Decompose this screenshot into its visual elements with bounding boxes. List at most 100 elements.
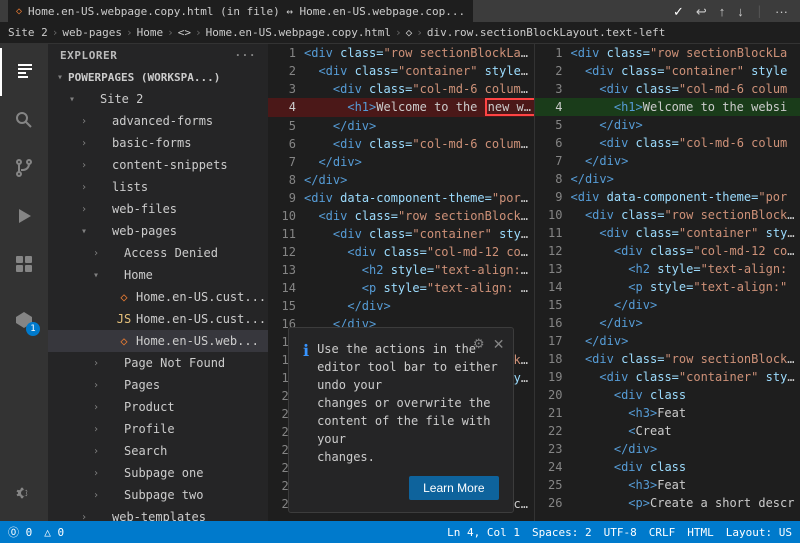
next-button[interactable]: ↓: [733, 3, 748, 20]
statusbar-encoding[interactable]: UTF-8: [604, 526, 637, 539]
breadcrumb-home[interactable]: Home: [137, 26, 164, 39]
sidebar-item-page-not-found[interactable]: › Page Not Found: [48, 352, 268, 374]
web-templates-label: web-templates: [112, 510, 206, 521]
statusbar-spaces[interactable]: Spaces: 2: [532, 526, 592, 539]
code-line-l9: 9<div data-component-theme="portal: [268, 189, 534, 207]
code-line-r3: 3 <div class="col-md-6 colum: [535, 80, 800, 98]
sidebar: EXPLORER ··· ▾ POWERPAGES (WORKSPA...) ▾…: [48, 44, 268, 521]
breadcrumb: Site 2 › web-pages › Home › <> › Home.en…: [0, 22, 800, 44]
breadcrumb-file[interactable]: Home.en-US.webpage.copy.html: [206, 26, 391, 39]
statusbar-layout[interactable]: Layout: US: [726, 526, 792, 539]
sidebar-item-web-files[interactable]: › web-files: [48, 198, 268, 220]
code-line-l12: 12 <div class="col-md-12 columnBl: [268, 243, 534, 261]
sidebar-item-subpage-two[interactable]: › Subpage two: [48, 484, 268, 506]
activity-item-extensions[interactable]: [0, 240, 48, 288]
breadcrumb-web-pages[interactable]: web-pages: [62, 26, 122, 39]
accept-button[interactable]: ✓: [669, 3, 688, 20]
code-line-r13: 13 <h2 style="text-align:: [535, 260, 800, 278]
sidebar-item-basic-forms[interactable]: › basic-forms: [48, 132, 268, 154]
code-line-r4: 4 <h1>Welcome to the websi: [535, 98, 800, 116]
notification-close-button[interactable]: ✕: [493, 336, 505, 353]
activity-item-settings[interactable]: [0, 473, 48, 521]
sidebar-item-search[interactable]: › Search: [48, 440, 268, 462]
home-cust1-icon: ◇: [116, 290, 132, 304]
web-templates-arrow: ›: [76, 512, 92, 522]
sidebar-item-site2[interactable]: ▾ Site 2: [48, 88, 268, 110]
info-icon: ℹ: [303, 341, 309, 360]
sidebar-item-subpage-one[interactable]: › Subpage one: [48, 462, 268, 484]
notification-popup: ℹ Use the actions in the editor tool bar…: [288, 327, 514, 513]
editor-area: 1<div class="row sectionBlockLayou 2 <di…: [268, 44, 800, 521]
home-web-icon: ◇: [116, 334, 132, 348]
tab-title: Home.en-US.webpage.copy.html (in file) ↔…: [28, 5, 465, 18]
main-area: 1 EXPLORER ··· ▾ POWERPAGES (WORKSPA...)…: [0, 44, 800, 521]
activity-item-powerpages[interactable]: 1: [0, 296, 48, 344]
sidebar-item-lists[interactable]: › lists: [48, 176, 268, 198]
notification-header: ℹ Use the actions in the editor tool bar…: [303, 340, 499, 466]
activity-item-source-control[interactable]: [0, 144, 48, 192]
new-file-icon[interactable]: ···: [234, 49, 256, 62]
code-line-r18: 18 <div class="row sectionBlockLa: [535, 350, 800, 368]
code-line-r14: 14 <p style="text-align:": [535, 278, 800, 296]
learn-more-button[interactable]: Learn More: [409, 476, 498, 500]
web-pages-label: web-pages: [112, 224, 177, 238]
sidebar-item-access-denied[interactable]: › Access Denied: [48, 242, 268, 264]
prev-button[interactable]: ↑: [715, 3, 730, 20]
sidebar-item-profile[interactable]: › Profile: [48, 418, 268, 440]
activity-item-search[interactable]: [0, 96, 48, 144]
editor-pane-left: 1<div class="row sectionBlockLayou 2 <di…: [268, 44, 535, 521]
workspace-item[interactable]: ▾ POWERPAGES (WORKSPA...): [48, 66, 268, 88]
notification-gear-button[interactable]: ⚙: [473, 336, 485, 352]
editor-pane-right: 1<div class="row sectionBlockLa 2 <div c…: [535, 44, 800, 521]
editor-tab-active[interactable]: ◇ Home.en-US.webpage.copy.html (in file)…: [8, 0, 473, 22]
editor-content-right[interactable]: 1<div class="row sectionBlockLa 2 <div c…: [535, 44, 800, 521]
breadcrumb-site[interactable]: Site 2: [8, 26, 48, 39]
code-line-r17: 17 </div>: [535, 332, 800, 350]
sidebar-item-web-templates[interactable]: › web-templates: [48, 506, 268, 521]
sidebar-item-advanced-forms[interactable]: › advanced-forms: [48, 110, 268, 132]
titlebar: ◇ Home.en-US.webpage.copy.html (in file)…: [0, 0, 800, 22]
subpage-one-arrow: ›: [88, 468, 104, 479]
statusbar-errors[interactable]: ⓪ 0: [8, 524, 32, 540]
code-line-l3: 3 <div class="col-md-6 columnBl: [268, 80, 534, 98]
breadcrumb-selector[interactable]: div.row.sectionBlockLayout.text-left: [427, 26, 665, 39]
sidebar-item-pages[interactable]: › Pages: [48, 374, 268, 396]
pages-arrow: ›: [88, 380, 104, 391]
statusbar-eol[interactable]: CRLF: [649, 526, 676, 539]
workspace-label: POWERPAGES (WORKSPA...): [68, 71, 220, 84]
editors-container: 1<div class="row sectionBlockLayou 2 <di…: [268, 44, 800, 521]
product-arrow: ›: [88, 402, 104, 413]
sidebar-item-home-cust2[interactable]: JS Home.en-US.cust...: [48, 308, 268, 330]
profile-label: Profile: [124, 422, 175, 436]
code-line-l13: 13 <h2 style="text-align: cente: [268, 261, 534, 279]
code-line-r7: 7 </div>: [535, 152, 800, 170]
activity-item-explorer[interactable]: [0, 48, 48, 96]
statusbar-warnings[interactable]: △ 0: [44, 526, 64, 539]
sidebar-item-home[interactable]: ▾ Home: [48, 264, 268, 286]
statusbar: ⓪ 0 △ 0 Ln 4, Col 1 Spaces: 2 UTF-8 CRLF…: [0, 521, 800, 543]
notification-text: Use the actions in the editor tool bar t…: [317, 340, 498, 466]
editor-content-left[interactable]: 1<div class="row sectionBlockLayou 2 <di…: [268, 44, 534, 521]
code-line-l14: 14 <p style="text-align: center: [268, 279, 534, 297]
web-files-arrow: ›: [76, 204, 92, 215]
more-actions-button[interactable]: ···: [771, 3, 792, 20]
statusbar-language[interactable]: HTML: [687, 526, 714, 539]
breadcrumb-sep5: ›: [395, 26, 402, 39]
activity-item-run[interactable]: [0, 192, 48, 240]
advanced-forms-arrow: ›: [76, 116, 92, 127]
sidebar-item-home-cust1[interactable]: ◇ Home.en-US.cust...: [48, 286, 268, 308]
sidebar-item-content-snippets[interactable]: › content-snippets: [48, 154, 268, 176]
tabs-row: ◇ Home.en-US.webpage.copy.html (in file)…: [8, 0, 473, 22]
breadcrumb-sep4: ›: [195, 26, 202, 39]
statusbar-right: Ln 4, Col 1 Spaces: 2 UTF-8 CRLF HTML La…: [447, 526, 792, 539]
basic-forms-arrow: ›: [76, 138, 92, 149]
sidebar-item-web-pages[interactable]: ▾ web-pages: [48, 220, 268, 242]
sidebar-item-product[interactable]: › Product: [48, 396, 268, 418]
home-cust2-icon: JS: [116, 312, 132, 326]
sidebar-tree: ▾ POWERPAGES (WORKSPA...) ▾ Site 2 › adv…: [48, 66, 268, 521]
code-line-r24: 24 <div class: [535, 458, 800, 476]
undo-button[interactable]: ↩: [692, 3, 711, 20]
code-line-r1: 1<div class="row sectionBlockLa: [535, 44, 800, 62]
sidebar-item-home-web[interactable]: ◇ Home.en-US.web...: [48, 330, 268, 352]
statusbar-position[interactable]: Ln 4, Col 1: [447, 526, 520, 539]
